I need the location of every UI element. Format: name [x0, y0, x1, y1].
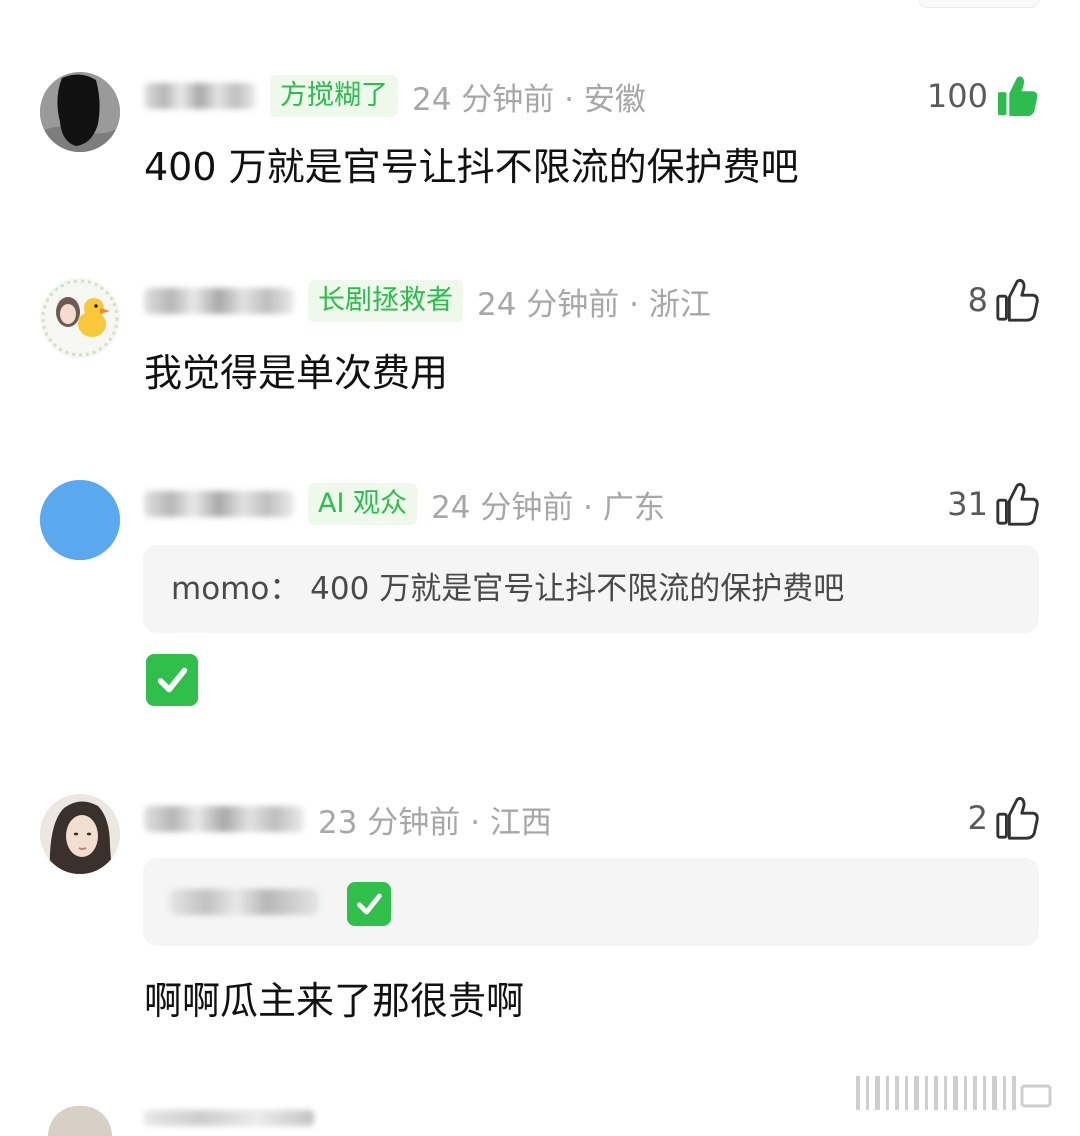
comment-text: 400 万就是官号让抖不限流的保护费吧	[144, 145, 799, 189]
next-comment-avatar[interactable]	[48, 1106, 112, 1136]
comment-meta: 23 分钟前 · 江西	[144, 797, 552, 841]
quoted-username-redacted	[169, 889, 319, 915]
username-redacted[interactable]	[144, 491, 294, 517]
like-count: 8	[967, 281, 988, 319]
like-button[interactable]: 100	[927, 70, 1040, 122]
like-button[interactable]: 31	[947, 478, 1040, 530]
thumbs-up-icon	[996, 278, 1039, 322]
comment-meta: 长剧拯救者 24 分钟前 · 浙江	[144, 279, 711, 323]
like-count: 31	[947, 485, 988, 523]
avatar-image	[40, 72, 120, 152]
avatar[interactable]	[40, 480, 120, 560]
watermark-barcode-icon	[856, 1076, 1052, 1110]
check-mark-button-icon	[347, 882, 391, 926]
comment-text: 我觉得是单次费用	[144, 351, 449, 395]
like-count: 100	[926, 77, 988, 115]
thumbs-up-icon	[996, 796, 1039, 840]
avatar-image	[40, 794, 120, 874]
username-redacted[interactable]	[144, 83, 256, 109]
thumbs-up-icon	[996, 482, 1039, 526]
time-location: 24 分钟前 · 安徽	[412, 81, 646, 118]
like-button[interactable]: 2	[968, 792, 1040, 844]
like-button[interactable]: 8	[968, 274, 1040, 326]
quoted-reply[interactable]	[143, 858, 1039, 946]
thumbs-up-filled-icon	[997, 76, 1038, 117]
time-location: 24 分钟前 · 广东	[431, 489, 665, 526]
time-location: 23 分钟前 · 江西	[318, 804, 552, 841]
avatar-image	[40, 480, 120, 560]
comment-text: 啊啊瓜主来了那很贵啊	[144, 979, 525, 1023]
like-count: 2	[967, 799, 988, 837]
check-mark-button-icon	[146, 654, 198, 706]
user-badge: 方搅糊了	[270, 75, 398, 117]
next-comment-name-redacted	[144, 1110, 314, 1126]
reply-emoji	[146, 654, 198, 706]
user-badge: 长剧拯救者	[308, 280, 463, 322]
avatar[interactable]	[40, 72, 120, 152]
time-location: 24 分钟前 · 浙江	[477, 286, 711, 323]
comment-meta: 方搅糊了 24 分钟前 · 安徽	[144, 74, 646, 118]
quoted-text: momo： 400 万就是官号让抖不限流的保护费吧	[171, 571, 845, 607]
quoted-reply[interactable]: momo： 400 万就是官号让抖不限流的保护费吧	[143, 545, 1039, 633]
username-redacted[interactable]	[144, 288, 294, 314]
previous-comment-edge	[918, 0, 1040, 8]
avatar[interactable]	[40, 278, 120, 358]
avatar-image	[40, 278, 120, 358]
user-badge: AI 观众	[308, 483, 418, 525]
avatar[interactable]	[40, 794, 120, 874]
comment-meta: AI 观众 24 分钟前 · 广东	[144, 482, 665, 526]
username-redacted[interactable]	[144, 806, 304, 832]
